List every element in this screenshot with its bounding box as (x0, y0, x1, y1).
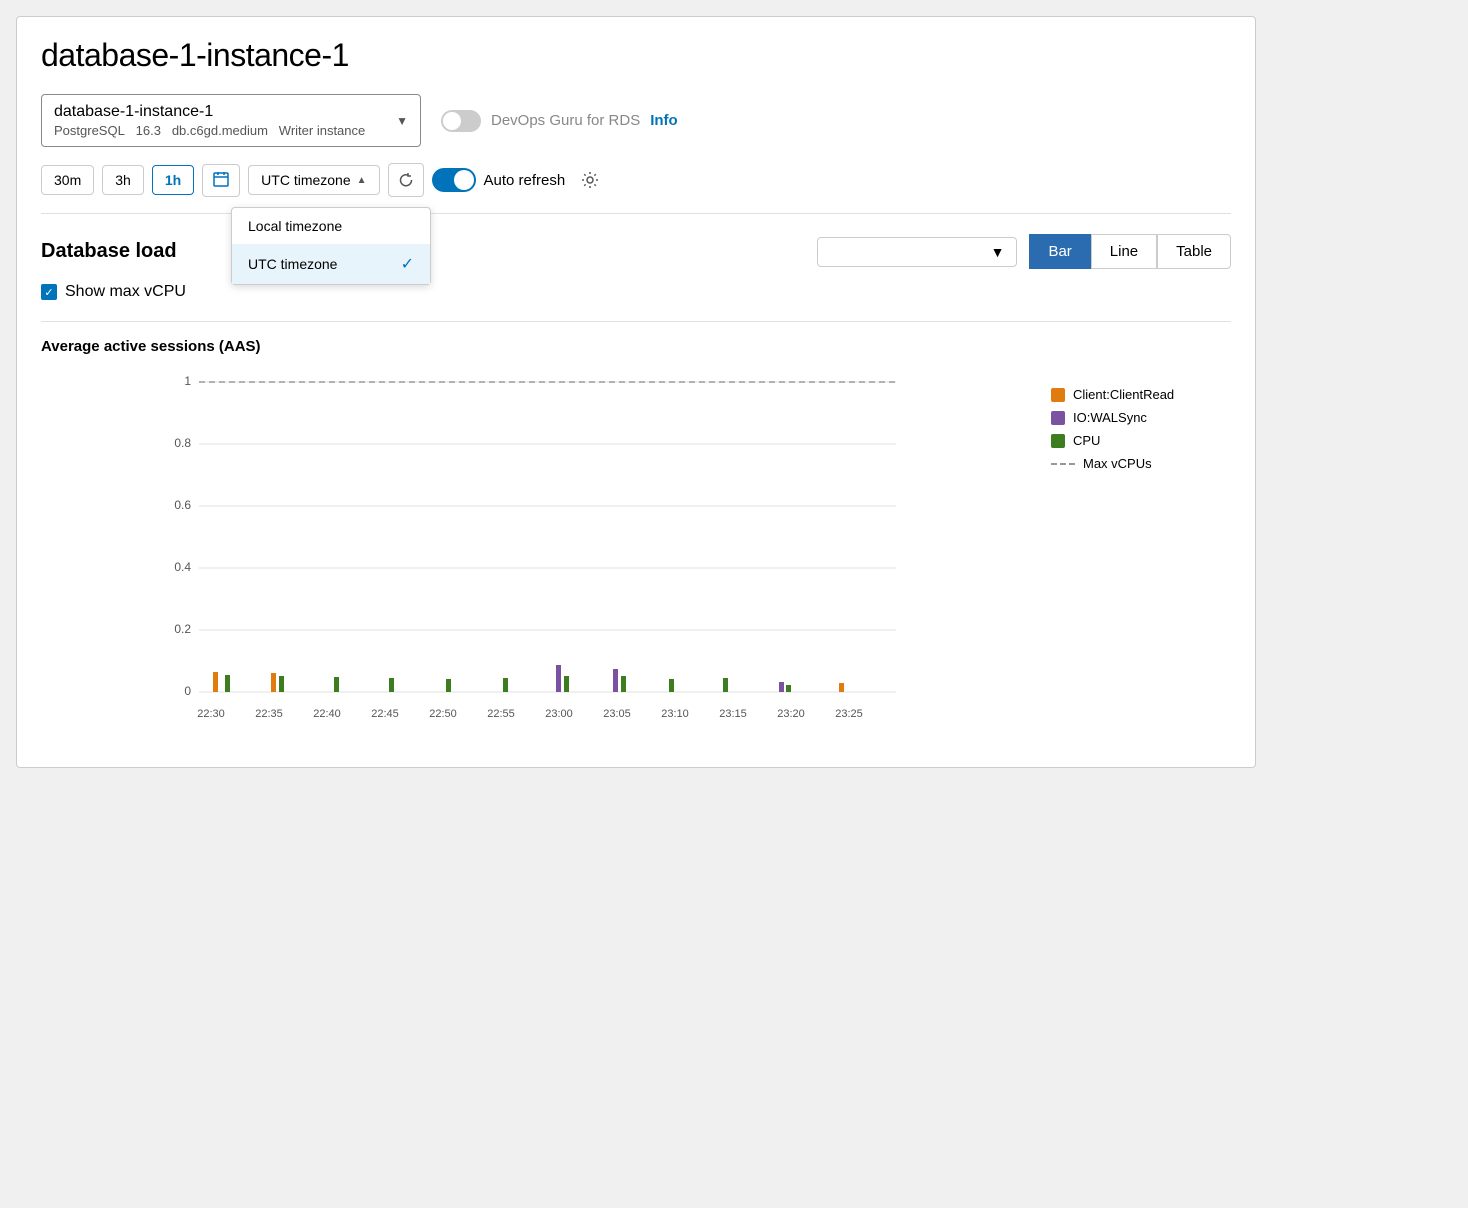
devops-guru-label: DevOps Guru for RDS (491, 112, 640, 129)
instance-dropdown-content: database-1-instance-1 PostgreSQL 16.3 db… (54, 103, 365, 138)
devops-guru-toggle[interactable] (441, 110, 481, 132)
check-icon: ✓ (401, 254, 414, 274)
svg-text:22:40: 22:40 (313, 708, 341, 720)
svg-text:0: 0 (184, 684, 191, 698)
svg-text:22:50: 22:50 (429, 708, 457, 720)
timezone-utc-option[interactable]: UTC timezone ✓ (232, 244, 430, 284)
calendar-icon-button[interactable] (202, 164, 240, 197)
time-1h-button[interactable]: 1h (152, 165, 194, 195)
svg-text:22:35: 22:35 (255, 708, 283, 720)
legend-max-vcpus: Max vCPUs (1051, 456, 1231, 471)
show-max-vcpu-label: Show max vCPU (65, 283, 186, 301)
devops-guru-row: DevOps Guru for RDS Info (441, 110, 678, 132)
legend-label-clientread: Client:ClientRead (1073, 387, 1174, 402)
line-view-button[interactable]: Line (1091, 234, 1157, 269)
chart-wrapper: 1 0.8 0.6 0.4 0.2 0 (41, 367, 1231, 747)
svg-text:23:25: 23:25 (835, 708, 863, 720)
database-load-section: Database load ▼ Bar Line Table ✓ Show ma… (41, 234, 1231, 747)
svg-text:22:30: 22:30 (197, 708, 225, 720)
calendar-icon (213, 171, 229, 187)
svg-text:0.6: 0.6 (174, 498, 191, 512)
settings-button[interactable] (573, 163, 607, 197)
auto-refresh-label: Auto refresh (484, 172, 566, 189)
chart-container: Average active sessions (AAS) 1 0.8 0.6 … (41, 338, 1231, 747)
legend-label-walsync: IO:WALSync (1073, 410, 1147, 425)
time-30m-button[interactable]: 30m (41, 165, 94, 195)
legend-client-clientread: Client:ClientRead (1051, 387, 1231, 402)
chart-svg: 1 0.8 0.6 0.4 0.2 0 (41, 367, 1031, 747)
gear-icon (581, 171, 599, 189)
legend-label-maxvcpu: Max vCPUs (1083, 456, 1152, 471)
refresh-button[interactable] (388, 163, 424, 197)
show-max-vcpu-row: ✓ Show max vCPU (41, 283, 1231, 301)
instance-selector-row: database-1-instance-1 PostgreSQL 16.3 db… (41, 94, 1231, 147)
table-view-button[interactable]: Table (1157, 234, 1231, 269)
instance-name: database-1-instance-1 (54, 103, 365, 121)
section-divider (41, 321, 1231, 322)
chart-area: 1 0.8 0.6 0.4 0.2 0 (41, 367, 1031, 747)
legend-label-cpu: CPU (1073, 433, 1100, 448)
legend-io-walsync: IO:WALSync (1051, 410, 1231, 425)
section-title: Database load (41, 240, 177, 263)
chevron-up-icon: ▲ (357, 175, 367, 186)
chart-title: Average active sessions (AAS) (41, 338, 1231, 355)
chart-legend: Client:ClientRead IO:WALSync CPU Max vCP… (1051, 367, 1231, 747)
legend-color-cpu (1051, 434, 1065, 448)
instance-meta: PostgreSQL 16.3 db.c6gd.medium Writer in… (54, 123, 365, 138)
svg-text:0.8: 0.8 (174, 436, 191, 450)
instance-dropdown[interactable]: database-1-instance-1 PostgreSQL 16.3 db… (41, 94, 421, 147)
auto-refresh-toggle[interactable] (432, 168, 476, 192)
section-header: Database load ▼ Bar Line Table (41, 234, 1231, 269)
svg-text:1: 1 (184, 374, 191, 388)
toolbar-row: 30m 3h 1h UTC timezone ▲ Auto refresh (41, 163, 1231, 214)
timezone-dropdown[interactable]: UTC timezone ▲ (248, 165, 379, 195)
svg-text:23:20: 23:20 (777, 708, 805, 720)
svg-text:22:45: 22:45 (371, 708, 399, 720)
svg-text:0.4: 0.4 (174, 560, 191, 574)
legend-color-walsync (1051, 411, 1065, 425)
svg-text:0.2: 0.2 (174, 622, 191, 636)
timezone-local-option[interactable]: Local timezone (232, 208, 430, 244)
legend-dashed-maxvcpu (1051, 463, 1075, 465)
legend-cpu: CPU (1051, 433, 1231, 448)
info-link[interactable]: Info (650, 112, 678, 129)
page-container: database-1-instance-1 database-1-instanc… (16, 16, 1256, 768)
time-3h-button[interactable]: 3h (102, 165, 144, 195)
chevron-down-icon: ▼ (396, 114, 408, 128)
svg-text:23:05: 23:05 (603, 708, 631, 720)
section-controls: ▼ Bar Line Table (817, 234, 1231, 269)
show-max-vcpu-checkbox[interactable]: ✓ (41, 284, 57, 300)
filter-arrow-icon: ▼ (991, 244, 1005, 260)
svg-text:23:15: 23:15 (719, 708, 747, 720)
svg-text:23:00: 23:00 (545, 708, 573, 720)
svg-text:22:55: 22:55 (487, 708, 515, 720)
svg-text:23:10: 23:10 (661, 708, 689, 720)
refresh-icon (398, 172, 414, 188)
timezone-label: UTC timezone (261, 172, 350, 188)
page-title: database-1-instance-1 (41, 37, 1231, 74)
timezone-menu: Local timezone UTC timezone ✓ (231, 207, 431, 285)
bar-view-button[interactable]: Bar (1029, 234, 1090, 269)
filter-dropdown[interactable]: ▼ (817, 237, 1017, 267)
legend-color-clientread (1051, 388, 1065, 402)
